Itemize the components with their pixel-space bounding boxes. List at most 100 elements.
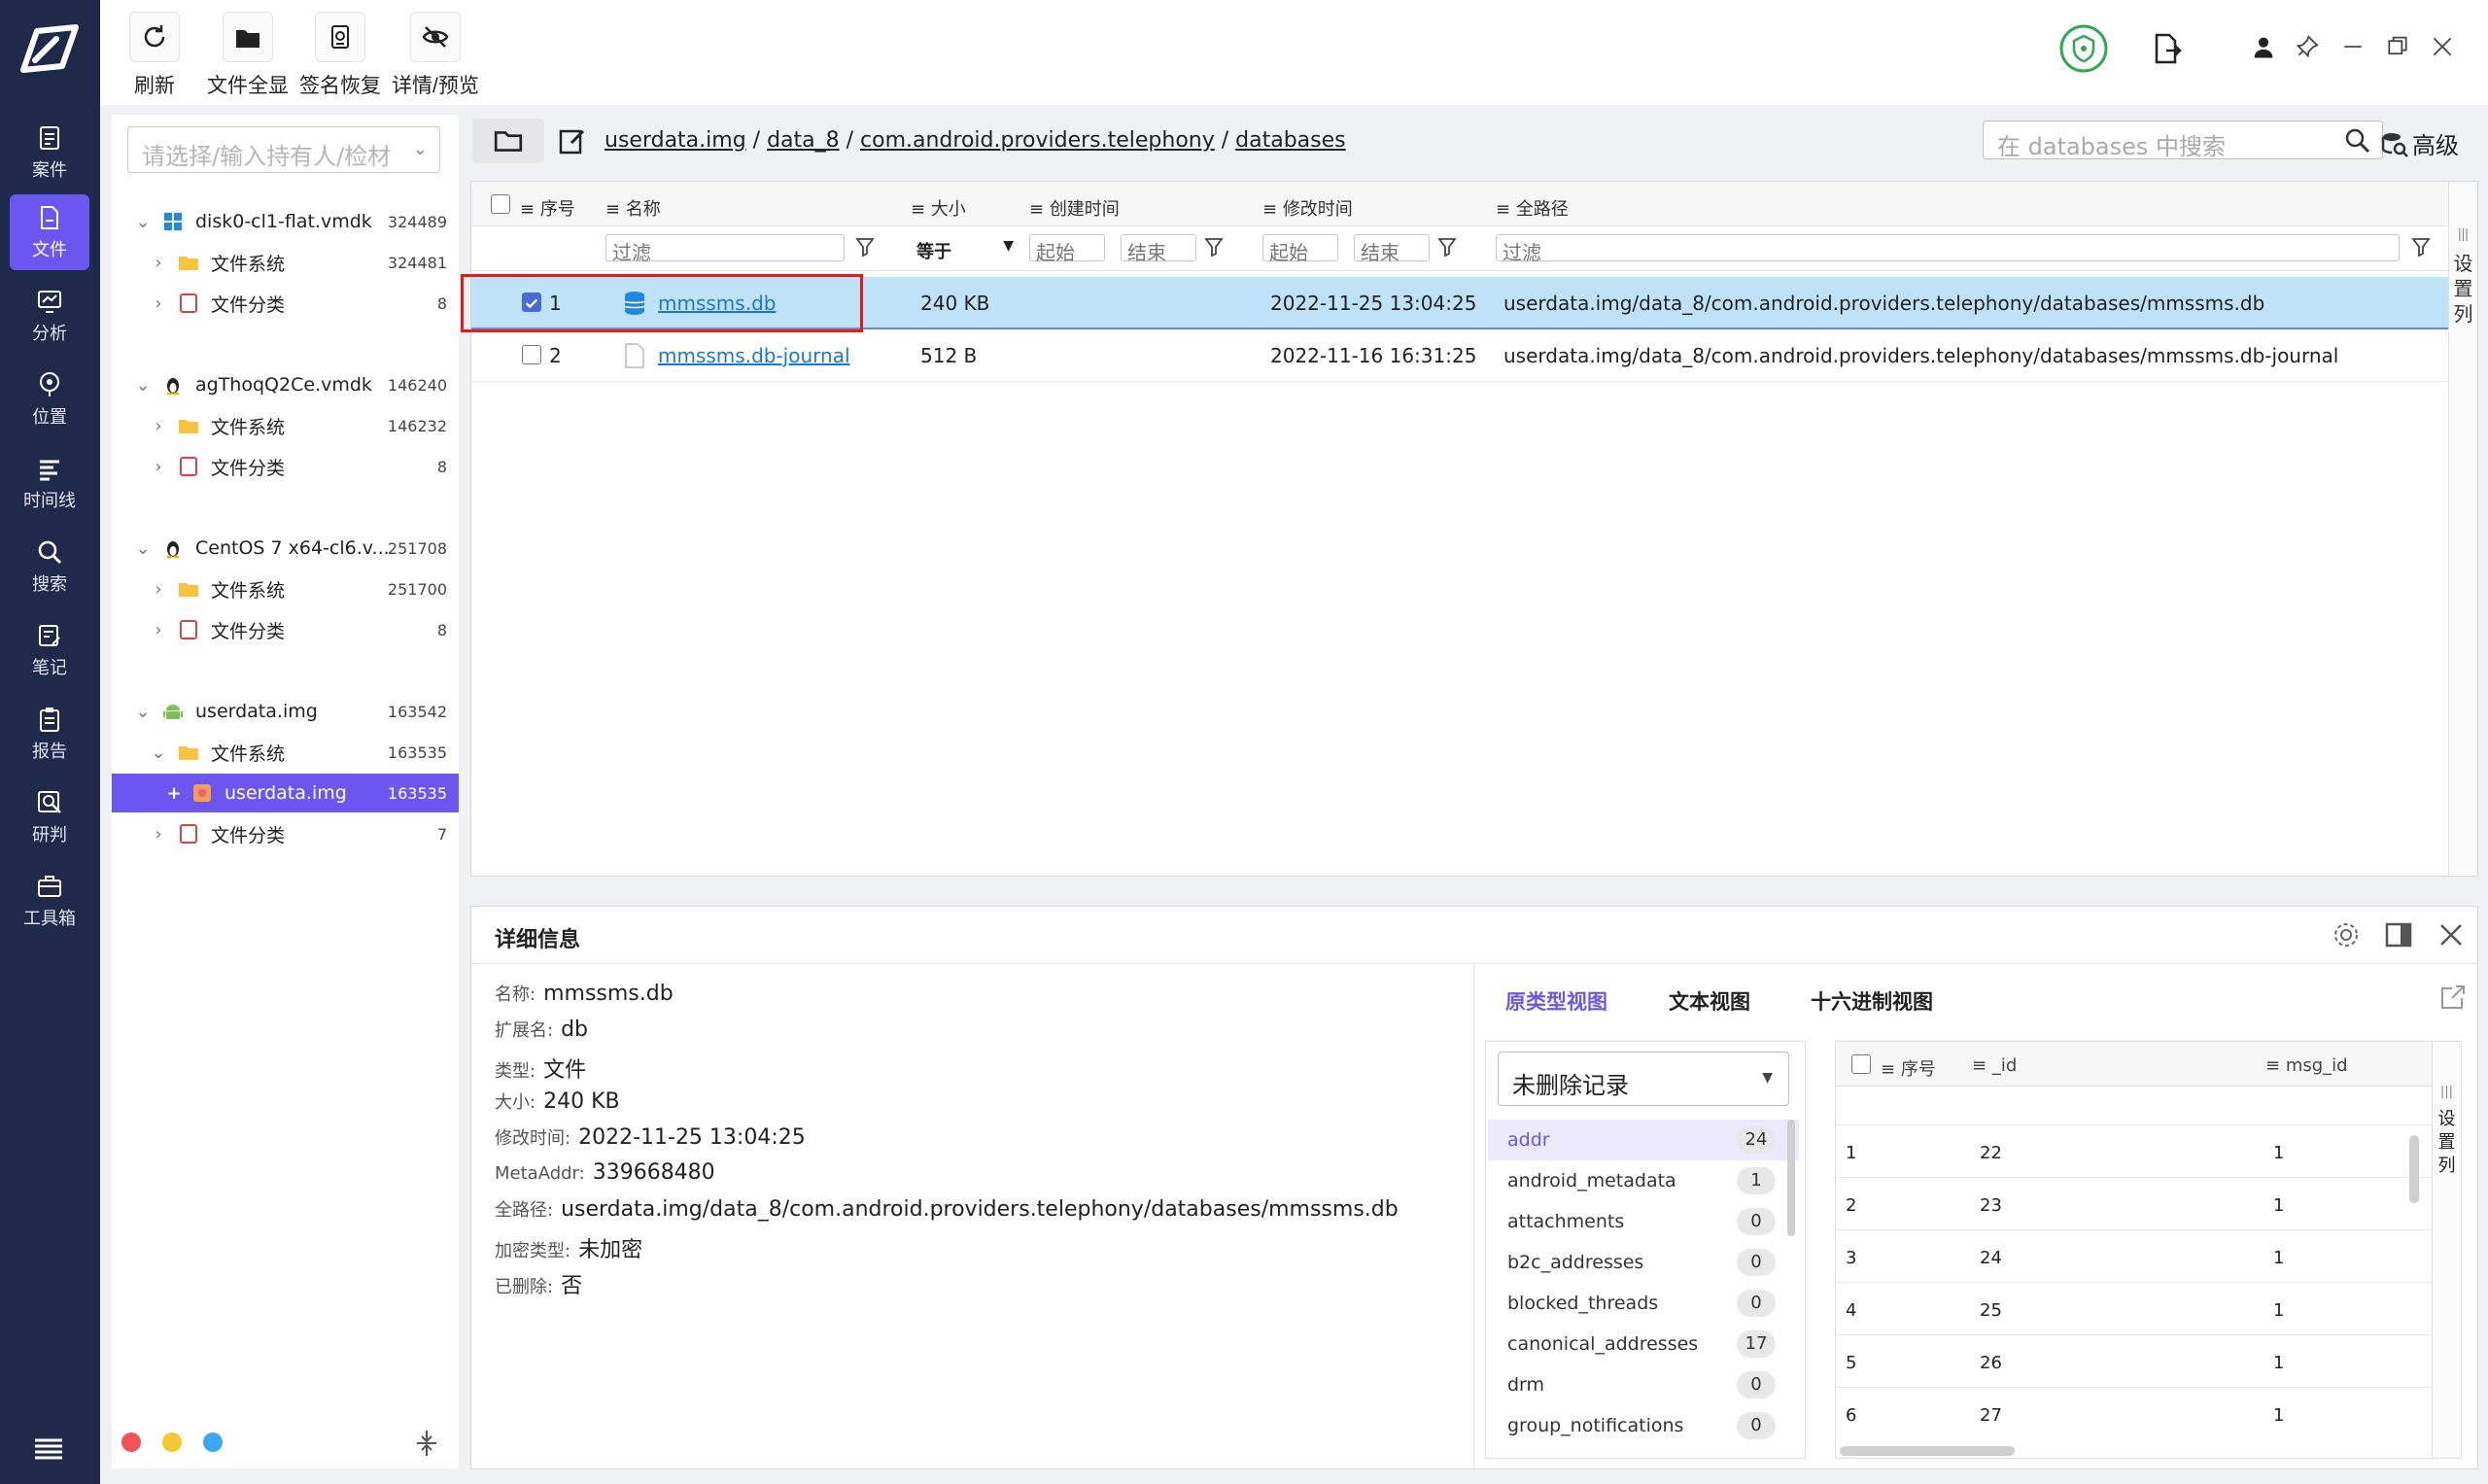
user-button[interactable]	[2246, 29, 2281, 64]
tree-node-disk[interactable]: ⌄ CentOS 7 x64-cl6.v... 251708	[112, 529, 459, 568]
menu-icon[interactable]	[33, 1436, 64, 1464]
grid-column-header[interactable]: ≡ 序号	[1881, 1055, 1936, 1081]
name-filter-input[interactable]: 过滤	[605, 234, 845, 264]
column-settings-button[interactable]: ||| 设置列	[2448, 182, 2477, 876]
grid-column-settings-button[interactable]: ||| 设置列	[2432, 1042, 2461, 1458]
scrollbar[interactable]	[1787, 1120, 1795, 1236]
breadcrumb-item[interactable]: data_8	[767, 128, 840, 153]
tab-text-view[interactable]: 文本视图	[1669, 986, 1750, 1016]
breadcrumb-item[interactable]: databases	[1235, 128, 1345, 153]
horizontal-scrollbar[interactable]	[1840, 1446, 2015, 1456]
nav-item-case[interactable]: 案件	[10, 115, 89, 190]
modified-start-input[interactable]: 起始	[1262, 234, 1338, 264]
gear-icon[interactable]	[2332, 920, 2361, 949]
tree-node-category[interactable]: › 文件分类 7	[112, 814, 459, 853]
tree-node-filesystem[interactable]: ⌄ 文件系统 163535	[112, 733, 459, 772]
search-icon[interactable]	[2343, 126, 2372, 155]
tree-node-disk[interactable]: ⌄ agThoqQ2Ce.vmdk 146240	[112, 365, 459, 404]
nav-item-judge[interactable]: 研判	[10, 779, 89, 855]
holder-select[interactable]: 请选择/输入持有人/检材 ⌄	[127, 126, 440, 173]
show-all-files-button[interactable]: 文件全显	[207, 12, 289, 99]
tree-node-partition-selected[interactable]: + userdata.img 163535	[112, 774, 459, 812]
table-row[interactable]: 5 26 1	[1836, 1335, 2434, 1388]
chevron-right-icon[interactable]: ›	[149, 253, 168, 273]
nav-item-toolbox[interactable]: 工具箱	[10, 863, 89, 939]
blue-dot-icon[interactable]	[203, 1432, 223, 1452]
table-list-item[interactable]: drm 0	[1488, 1364, 1799, 1405]
nav-item-file[interactable]: 文件	[10, 194, 89, 270]
chevron-down-icon[interactable]: ⌄	[133, 538, 153, 559]
edit-path-icon[interactable]	[558, 126, 587, 155]
export-button[interactable]	[2149, 31, 2184, 66]
filter-icon[interactable]	[855, 236, 875, 258]
tree-node-disk[interactable]: ⌄ disk0-cl1-flat.vmdk 324489	[112, 202, 459, 241]
close-icon[interactable]	[2436, 920, 2466, 949]
column-header-modified[interactable]: ≡ 修改时间	[1262, 195, 1353, 221]
table-list-item[interactable]: blocked_threads 0	[1488, 1283, 1799, 1324]
nav-item-search[interactable]: 搜索	[10, 529, 89, 604]
tree-node-category[interactable]: › 文件分类 8	[112, 447, 459, 486]
breadcrumb-item[interactable]: userdata.img	[605, 128, 746, 153]
chevron-right-icon[interactable]: ›	[149, 579, 168, 600]
table-list-item[interactable]: canonical_addresses 17	[1488, 1324, 1799, 1364]
table-row[interactable]: 3 24 1	[1836, 1230, 2434, 1283]
detail-preview-button[interactable]: 详情/预览	[392, 12, 479, 99]
collapse-icon[interactable]	[414, 1429, 439, 1458]
column-header-size[interactable]: ≡ 大小	[911, 195, 966, 221]
table-row[interactable]: 1 22 1	[1836, 1125, 2434, 1178]
tree-node-filesystem[interactable]: › 文件系统 324481	[112, 243, 459, 282]
chevron-right-icon[interactable]: ›	[149, 824, 168, 845]
table-row[interactable]: 4 25 1	[1836, 1283, 2434, 1335]
table-list-item[interactable]: addr 24	[1488, 1120, 1799, 1160]
filter-icon[interactable]	[1437, 236, 1457, 258]
modified-end-input[interactable]: 结束	[1354, 234, 1430, 264]
nav-item-note[interactable]: 笔记	[10, 612, 89, 688]
external-link-icon[interactable]	[2438, 983, 2468, 1012]
nav-item-analysis[interactable]: 分析	[10, 278, 89, 354]
pin-button[interactable]	[2290, 29, 2325, 64]
tab-native-view[interactable]: 原类型视图	[1505, 986, 1607, 1016]
grid-column-header[interactable]: ≡ msg_id	[2265, 1055, 2348, 1076]
shield-status-button[interactable]	[2058, 23, 2109, 74]
breadcrumb-item[interactable]: com.android.providers.telephony	[860, 128, 1215, 153]
advanced-search-button[interactable]: 高级	[2379, 126, 2459, 160]
column-header-name[interactable]: ≡ 名称	[605, 195, 661, 221]
select-all-checkbox[interactable]	[491, 194, 510, 214]
created-end-input[interactable]: 结束	[1121, 234, 1196, 264]
column-header-fullpath[interactable]: ≡ 全路径	[1496, 195, 1569, 221]
minimize-button[interactable]	[2335, 29, 2370, 64]
created-start-input[interactable]: 起始	[1029, 234, 1105, 264]
table-row[interactable]: 2 mmssms.db-journal 512 B 2022-11-16 16:…	[471, 329, 2448, 382]
nav-item-report[interactable]: 报告	[10, 696, 89, 772]
split-panel-icon[interactable]	[2384, 920, 2413, 949]
nav-item-location[interactable]: 位置	[10, 362, 89, 437]
chevron-down-icon[interactable]: ⌄	[133, 702, 153, 722]
table-list-item[interactable]: group_notifications 0	[1488, 1405, 1799, 1446]
yellow-dot-icon[interactable]	[162, 1432, 182, 1452]
tab-hex-view[interactable]: 十六进制视图	[1811, 986, 1933, 1016]
tree-node-category[interactable]: › 文件分类 8	[112, 284, 459, 323]
chevron-down-icon[interactable]: ⌄	[133, 212, 153, 232]
column-header-created[interactable]: ≡ 创建时间	[1029, 195, 1120, 221]
row-checkbox[interactable]	[522, 345, 541, 364]
file-name-link[interactable]: mmssms.db-journal	[658, 344, 850, 367]
chevron-right-icon[interactable]: ›	[149, 416, 168, 436]
tree-node-filesystem[interactable]: › 文件系统 146232	[112, 406, 459, 445]
vertical-scrollbar[interactable]	[2409, 1135, 2419, 1203]
grid-select-all-checkbox[interactable]	[1851, 1054, 1871, 1074]
chevron-right-icon[interactable]: ›	[149, 457, 168, 477]
plus-icon[interactable]: +	[164, 783, 184, 804]
tree-node-filesystem[interactable]: › 文件系统 251700	[112, 569, 459, 608]
nav-item-timeline[interactable]: 时间线	[10, 445, 89, 521]
tree-node-disk[interactable]: ⌄ userdata.img 163542	[112, 692, 459, 731]
filter-icon[interactable]	[2411, 236, 2431, 258]
table-row[interactable]: 2 23 1	[1836, 1178, 2434, 1230]
refresh-button[interactable]: 刷新	[129, 12, 180, 99]
table-list-item[interactable]: attachments 0	[1488, 1201, 1799, 1242]
path-filter-input[interactable]: 过滤	[1496, 234, 2400, 264]
chevron-down-icon[interactable]: ⌄	[133, 375, 153, 396]
restore-button[interactable]	[2380, 29, 2415, 64]
table-row[interactable]: 6 27 1	[1836, 1388, 2434, 1440]
record-filter-select[interactable]: 未删除记录 ▼	[1498, 1052, 1789, 1106]
table-list-item[interactable]: b2c_addresses 0	[1488, 1242, 1799, 1283]
